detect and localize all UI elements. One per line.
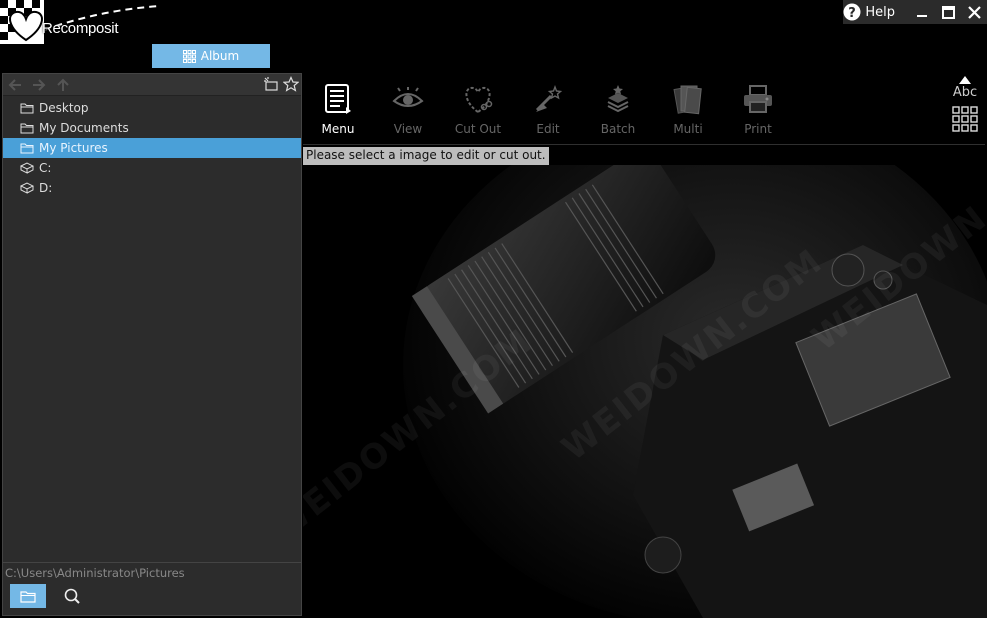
print-button-label: Print xyxy=(744,122,772,136)
arrow-right-icon xyxy=(33,78,46,91)
folder-nav-bar xyxy=(3,74,301,96)
arrow-up-icon xyxy=(57,78,69,91)
app-logo: Recomposit xyxy=(0,0,165,44)
svg-text:?: ? xyxy=(849,6,857,21)
search-button[interactable] xyxy=(54,584,90,608)
print-button[interactable]: Print xyxy=(723,78,793,144)
arrow-left-icon xyxy=(8,78,21,91)
window-controls: ? Help xyxy=(843,0,987,24)
pages-icon xyxy=(673,85,702,115)
folder-icon xyxy=(20,590,36,603)
tree-item-desktop[interactable]: Desktop xyxy=(3,98,301,118)
help-icon: ? xyxy=(843,3,861,21)
folder-icon xyxy=(20,143,34,154)
edit-button-label: Edit xyxy=(536,122,560,136)
tab-album-label: Album xyxy=(200,49,240,63)
browse-folder-button[interactable] xyxy=(10,584,46,608)
toolbar-divider xyxy=(303,144,985,145)
batch-button-label: Batch xyxy=(600,122,636,136)
grid-view-icon[interactable] xyxy=(952,106,978,132)
minimize-button[interactable] xyxy=(909,0,935,24)
new-folder-button[interactable] xyxy=(263,76,279,92)
panel-bottom-tools xyxy=(10,584,90,608)
folder-icon xyxy=(20,103,34,114)
close-icon xyxy=(967,5,981,19)
tree-item-label: My Documents xyxy=(39,121,129,135)
drive-icon xyxy=(20,182,34,194)
stack-star-icon xyxy=(607,85,629,113)
current-path: C:\Users\Administrator\Pictures xyxy=(3,562,301,582)
new-folder-icon xyxy=(264,77,278,91)
heart-scissors-icon xyxy=(465,86,493,114)
drive-icon xyxy=(20,162,34,174)
text-toggle-button[interactable]: Abc xyxy=(953,85,977,100)
view-options: Abc xyxy=(949,76,981,132)
main-toolbar: Menu View Cut Out Edit Batch Multi Print xyxy=(303,78,793,144)
help-button[interactable]: ? Help xyxy=(843,3,895,21)
multi-button[interactable]: Multi xyxy=(653,78,723,144)
maximize-icon xyxy=(941,5,955,19)
back-button[interactable] xyxy=(7,77,23,93)
folder-tree: Desktop My Documents My Pictures C: D: xyxy=(3,96,301,198)
eye-icon xyxy=(392,87,424,107)
tree-item-my-documents[interactable]: My Documents xyxy=(3,118,301,138)
up-folder-button[interactable] xyxy=(55,77,71,93)
printer-icon xyxy=(744,85,772,113)
tree-item-drive-c[interactable]: C: xyxy=(3,158,301,178)
batch-button[interactable]: Batch xyxy=(583,78,653,144)
tree-item-label: My Pictures xyxy=(39,141,108,155)
view-button[interactable]: View xyxy=(373,78,443,144)
star-icon xyxy=(283,76,299,92)
cut-out-button[interactable]: Cut Out xyxy=(443,78,513,144)
help-label: Help xyxy=(865,4,895,20)
tree-item-label: Desktop xyxy=(39,101,89,115)
minimize-icon xyxy=(917,15,927,17)
image-stage: WEIDOWN.COM WEIDOWN.COM WEIDOWN.COM xyxy=(303,165,987,618)
tree-item-my-pictures[interactable]: My Pictures xyxy=(3,138,301,158)
folder-panel: Desktop My Documents My Pictures C: D: C… xyxy=(2,73,302,616)
search-icon xyxy=(64,588,80,604)
folder-icon xyxy=(20,123,34,134)
edit-button[interactable]: Edit xyxy=(513,78,583,144)
menu-button[interactable]: Menu xyxy=(303,78,373,144)
wand-icon xyxy=(535,85,563,112)
menu-icon xyxy=(325,84,351,114)
tree-item-label: C: xyxy=(39,161,52,175)
favorite-button[interactable] xyxy=(283,76,299,92)
tree-item-drive-d[interactable]: D: xyxy=(3,178,301,198)
logo-text: Recomposit xyxy=(42,20,119,37)
view-button-label: View xyxy=(393,122,423,136)
status-message: Please select a image to edit or cut out… xyxy=(303,147,549,165)
close-button[interactable] xyxy=(961,0,987,24)
triangle-up-icon[interactable] xyxy=(959,76,971,84)
grid-icon xyxy=(182,49,196,63)
forward-button[interactable] xyxy=(31,77,47,93)
tab-album[interactable]: Album xyxy=(152,44,270,68)
cut-out-button-label: Cut Out xyxy=(454,122,502,136)
multi-button-label: Multi xyxy=(673,122,703,136)
menu-button-label: Menu xyxy=(321,122,355,136)
maximize-button[interactable] xyxy=(935,0,961,24)
tree-item-label: D: xyxy=(39,181,53,195)
